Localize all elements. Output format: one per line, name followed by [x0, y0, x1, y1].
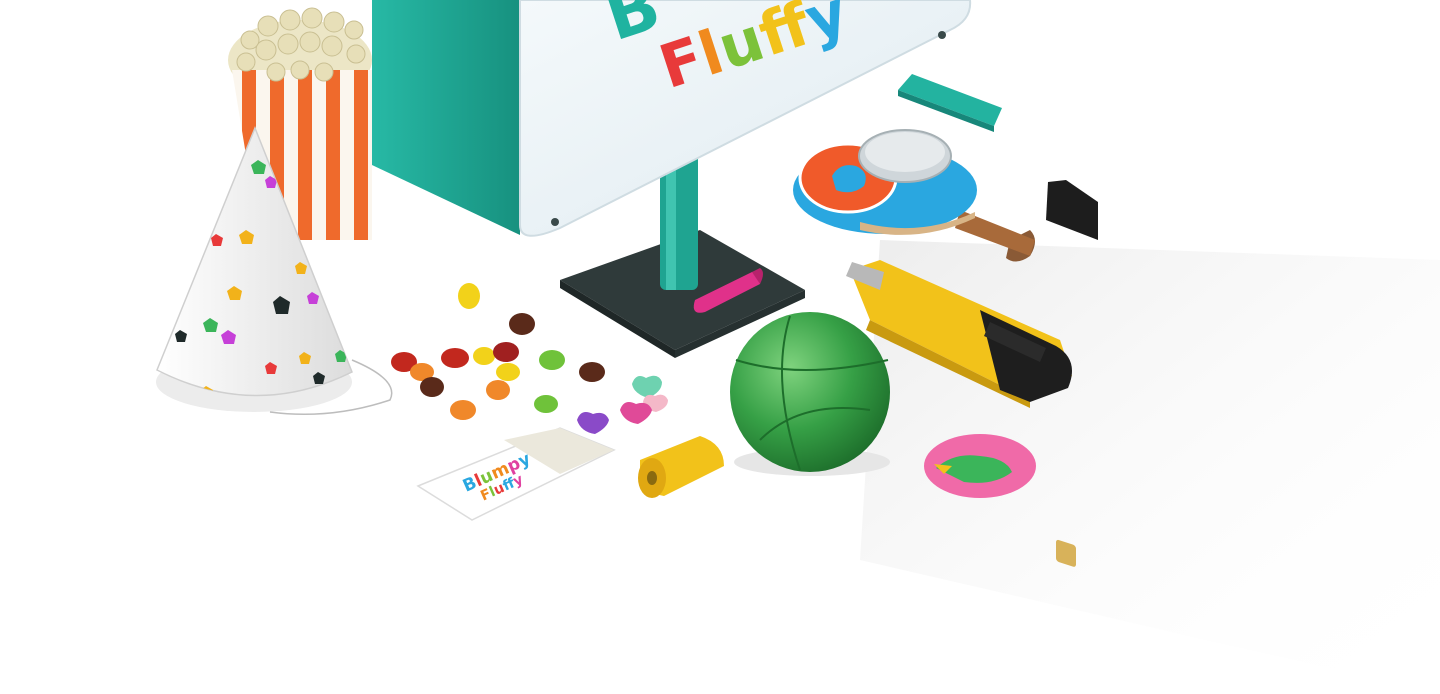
ball-icon: [730, 312, 890, 476]
ticket-icon: Blumpy Fluffy: [416, 427, 616, 521]
pin-badge-icon: [924, 434, 1036, 498]
pencil-sharpener-icon: [638, 436, 724, 498]
eraser-icon: [898, 74, 1002, 132]
product-mockup-scene: B Fluffy: [156, 0, 1440, 694]
